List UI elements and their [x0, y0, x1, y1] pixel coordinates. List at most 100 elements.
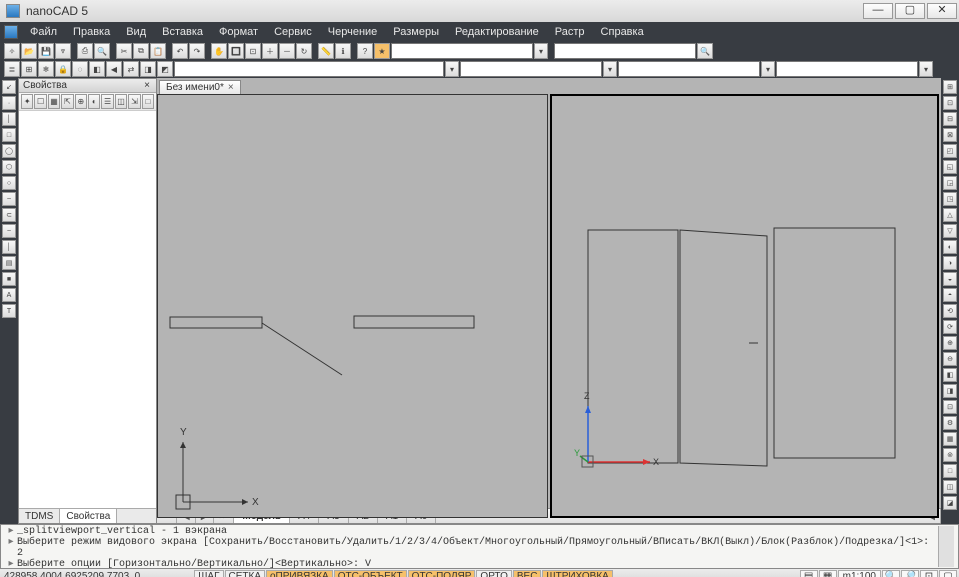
lineweight-selector[interactable]	[776, 61, 918, 77]
status-snap[interactable]: ШАГ	[194, 570, 223, 577]
rtool-22[interactable]: ⚙	[943, 416, 957, 430]
rtool-1[interactable]: ⊞	[943, 80, 957, 94]
menu-edit[interactable]: Правка	[65, 24, 118, 40]
rtool-23[interactable]: ▦	[943, 432, 957, 446]
status-ortho[interactable]: ОРТО	[476, 570, 511, 577]
status-scale[interactable]: m1:100	[838, 570, 881, 577]
command-input[interactable]	[554, 43, 696, 59]
rtool-9[interactable]: △	[943, 208, 957, 222]
tab-tdms[interactable]: TDMS	[19, 509, 60, 523]
rtool-2[interactable]: ⊡	[943, 96, 957, 110]
status-hatch[interactable]: ШТРИХОВКА	[542, 570, 612, 577]
rtool-6[interactable]: ◱	[943, 160, 957, 174]
arc-icon[interactable]: ⌢	[2, 192, 16, 206]
viewports[interactable]: X Y	[157, 94, 941, 508]
layer-color-icon[interactable]: ◧	[89, 61, 105, 77]
properties-header[interactable]: Свойства ×	[19, 79, 156, 93]
status-lweight[interactable]: ВЕС	[513, 570, 542, 577]
status-zoom-out-icon[interactable]: 🔎	[901, 570, 919, 577]
status-osnap[interactable]: оПРИВЯЗКА	[266, 570, 333, 577]
rtool-13[interactable]: ◒	[943, 272, 957, 286]
linetype-dropdown-icon[interactable]: ▾	[761, 61, 775, 77]
paste-icon[interactable]: 📋	[150, 43, 166, 59]
status-ots-polar[interactable]: ОТС-ПОЛЯР	[408, 570, 476, 577]
status-zoom-ext-icon[interactable]: ⊡	[920, 570, 938, 577]
rtool-24[interactable]: ⊚	[943, 448, 957, 462]
preview-icon[interactable]: 🔍	[94, 43, 110, 59]
line-icon[interactable]: ↙	[2, 80, 16, 94]
rtool-3[interactable]: ⊟	[943, 112, 957, 126]
prop-tool-5[interactable]: ⊕	[75, 94, 87, 109]
info-icon[interactable]: ℹ	[335, 43, 351, 59]
highlight-icon[interactable]: ★	[374, 43, 390, 59]
layer-lock-icon[interactable]: 🔒	[55, 61, 71, 77]
layer-make-icon[interactable]: ◨	[140, 61, 156, 77]
rtool-5[interactable]: ◰	[943, 144, 957, 158]
menu-raster[interactable]: Растр	[547, 24, 593, 40]
polyline-icon[interactable]: ⊂	[2, 208, 16, 222]
saveall-icon[interactable]: ⩔	[55, 43, 71, 59]
polygon-icon[interactable]: ⬡	[2, 160, 16, 174]
ray-icon[interactable]: │	[2, 112, 16, 126]
maximize-button[interactable]: ▢	[895, 3, 925, 19]
layer-match-icon[interactable]: ⇄	[123, 61, 139, 77]
properties-close-icon[interactable]: ×	[142, 80, 152, 91]
zoom-win-icon[interactable]: 🔲	[228, 43, 244, 59]
viewport-left[interactable]: X Y	[157, 94, 548, 518]
menu-insert[interactable]: Вставка	[154, 24, 211, 40]
layer-icon[interactable]: ≣	[4, 61, 20, 77]
layer-selector[interactable]	[174, 61, 444, 77]
prop-tool-9[interactable]: ⇲	[128, 94, 140, 109]
rtool-26[interactable]: ◫	[943, 480, 957, 494]
undo-icon[interactable]: ↶	[172, 43, 188, 59]
measure-icon[interactable]: 📏	[318, 43, 334, 59]
ellipse-icon[interactable]: ○	[2, 176, 16, 190]
layer-dropdown-icon[interactable]: ▾	[445, 61, 459, 77]
prop-tool-2[interactable]: ☐	[34, 94, 46, 109]
prop-tool-3[interactable]: ▦	[48, 94, 60, 109]
prop-tool-6[interactable]: ◐	[88, 94, 100, 109]
pan-icon[interactable]: ✋	[211, 43, 227, 59]
rtool-14[interactable]: ◓	[943, 288, 957, 302]
menu-format[interactable]: Формат	[211, 24, 266, 40]
layer-off-icon[interactable]: ◌	[72, 61, 88, 77]
status-layout-icon[interactable]: ▤	[800, 570, 818, 577]
copy-icon[interactable]: ⧉	[133, 43, 149, 59]
new-icon[interactable]: ✧	[4, 43, 20, 59]
command-line[interactable]: ▸_splitviewport_vertical - 1 вэкрана ▸Вы…	[0, 524, 959, 569]
spline-icon[interactable]: ~	[2, 224, 16, 238]
help-icon[interactable]: ?	[357, 43, 373, 59]
rtool-16[interactable]: ⟳	[943, 320, 957, 334]
menu-view[interactable]: Вид	[118, 24, 154, 40]
menu-service[interactable]: Сервис	[266, 24, 320, 40]
status-ots-object[interactable]: ОТС-ОБЪЕКТ	[334, 570, 407, 577]
close-button[interactable]: ✕	[927, 3, 957, 19]
solid-icon[interactable]: ■	[2, 272, 16, 286]
layer-prev-icon[interactable]: ◀	[106, 61, 122, 77]
mtext-icon[interactable]: T	[2, 304, 16, 318]
rtool-15[interactable]: ⟲	[943, 304, 957, 318]
menu-modify[interactable]: Редактирование	[447, 24, 547, 40]
status-zoom-in-icon[interactable]: 🔍	[882, 570, 900, 577]
menu-help[interactable]: Справка	[593, 24, 652, 40]
layer-walk-icon[interactable]: ◩	[157, 61, 173, 77]
status-model-icon[interactable]: ▦	[819, 570, 837, 577]
rtool-17[interactable]: ⊕	[943, 336, 957, 350]
print-icon[interactable]: ⎙	[77, 43, 93, 59]
xline-icon[interactable]: │	[2, 240, 16, 254]
save-icon[interactable]: 💾	[38, 43, 54, 59]
color-selector[interactable]	[460, 61, 602, 77]
search-icon[interactable]: 🔍	[697, 43, 713, 59]
rtool-19[interactable]: ◧	[943, 368, 957, 382]
rtool-4[interactable]: ⊠	[943, 128, 957, 142]
menu-draw[interactable]: Черчение	[320, 24, 386, 40]
layer-freeze-icon[interactable]: ❄	[38, 61, 54, 77]
prop-tool-4[interactable]: ⇱	[61, 94, 73, 109]
document-tab-close-icon[interactable]: ×	[228, 82, 234, 93]
rtool-12[interactable]: ◑	[943, 256, 957, 270]
rectangle-icon[interactable]: □	[2, 128, 16, 142]
prop-tool-10[interactable]: □	[142, 94, 154, 109]
rtool-7[interactable]: ◲	[943, 176, 957, 190]
zoom-in-icon[interactable]: ＋	[262, 43, 278, 59]
circle-icon[interactable]: ◯	[2, 144, 16, 158]
